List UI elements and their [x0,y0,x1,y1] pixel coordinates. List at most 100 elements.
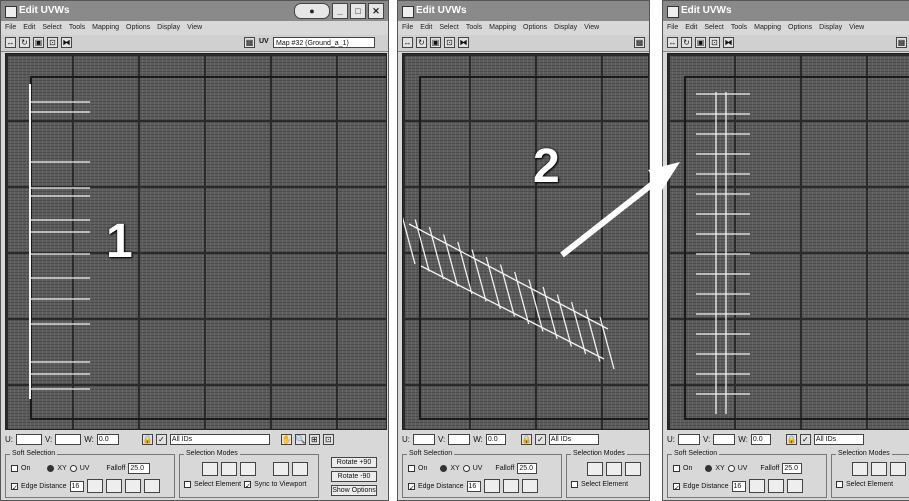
face-mode-icon[interactable] [625,462,641,476]
menu-options[interactable]: Options [523,21,547,35]
edge-distance-field[interactable]: 16 [731,480,746,492]
falloff-smooth-icon[interactable] [483,479,500,493]
u-field[interactable] [678,433,700,445]
falloff-field[interactable]: 25.0 [782,463,803,474]
soft-on-checkbox[interactable] [408,465,415,472]
sync-viewport-checkbox[interactable]: ✓ [244,481,252,490]
map-dropdown[interactable]: Map #32 (Ground_a_1) [273,37,375,48]
v-field[interactable] [55,433,82,445]
rotate-icon[interactable]: ↻ [416,37,427,48]
rotate-icon[interactable]: ↻ [681,37,692,48]
falloff-slow-icon[interactable] [521,479,538,493]
rotate-plus-90-button[interactable]: Rotate +90 [331,457,377,468]
falloff-linear-icon[interactable] [767,479,784,493]
menu-mapping[interactable]: Mapping [489,21,516,35]
menu-edit[interactable]: Edit [685,21,697,35]
uv-radio[interactable] [69,465,77,472]
zoom-icon[interactable]: 🔍 [294,433,306,445]
edge-distance-field[interactable]: 16 [466,480,481,492]
menu-mapping[interactable]: Mapping [754,21,781,35]
falloff-linear-icon[interactable] [502,479,519,493]
filter-icon[interactable]: ✓ [155,433,167,445]
minimize-icon[interactable]: _ [332,3,348,19]
u-field[interactable] [16,433,42,445]
menu-tools[interactable]: Tools [69,21,85,35]
menu-mapping[interactable]: Mapping [92,21,119,35]
select-element-checkbox[interactable] [571,481,578,488]
zoom-region-icon[interactable]: ⊞ [308,433,320,445]
menu-select[interactable]: Select [42,21,61,35]
maximize-icon[interactable]: □ [350,3,366,19]
mirror-icon[interactable]: ⧓ [458,37,469,48]
grow-icon[interactable] [273,462,289,476]
lock-icon[interactable]: 🔒 [520,433,532,445]
show-options-button[interactable]: Show Options [331,485,377,496]
v-field[interactable] [713,433,736,445]
w-field[interactable]: 0.0 [96,433,119,445]
falloff-field[interactable]: 25.0 [517,463,538,474]
xy-radio[interactable] [705,465,713,472]
menu-display[interactable]: Display [157,21,180,35]
menu-select[interactable]: Select [439,21,458,35]
zoom-extents-icon[interactable]: ⊡ [322,433,334,445]
menu-options[interactable]: Options [126,21,150,35]
checker-icon[interactable]: ▦ [244,37,255,48]
menu-view[interactable]: View [584,21,599,35]
uv-radio[interactable] [462,465,470,472]
soft-on-checkbox[interactable] [11,465,18,472]
uv-viewport[interactable]: 1 [5,53,387,430]
menu-tools[interactable]: Tools [731,21,747,35]
select-element-checkbox[interactable] [836,481,843,488]
falloff-field[interactable]: 25.0 [128,463,151,474]
mirror-icon[interactable]: ⧓ [61,37,72,48]
filter-icon[interactable]: ✓ [534,433,546,445]
menu-edit[interactable]: Edit [420,21,432,35]
falloff-smooth-icon[interactable] [86,479,103,493]
falloff-smooth-icon[interactable] [748,479,765,493]
uv-radio[interactable] [727,465,735,472]
move-icon[interactable]: ↔ [5,37,16,48]
checker-icon[interactable]: ▦ [634,37,645,48]
menu-select[interactable]: Select [704,21,723,35]
scale-icon[interactable]: ▣ [695,37,706,48]
falloff-fast-icon[interactable] [143,479,160,493]
lock-icon[interactable]: 🔒 [785,433,797,445]
move-icon[interactable]: ↔ [667,37,678,48]
edge-distance-checkbox[interactable]: ✓ [673,482,680,492]
face-mode-icon[interactable] [890,462,906,476]
vertex-mode-icon[interactable] [202,462,218,476]
w-field[interactable]: 0.0 [485,433,506,445]
menu-file[interactable]: File [402,21,413,35]
soft-on-checkbox[interactable] [673,465,680,472]
filter-icon[interactable]: ✓ [799,433,811,445]
close-icon[interactable]: ✕ [368,3,384,19]
freeform-icon[interactable]: ⊡ [709,37,720,48]
lock-icon[interactable]: 🔒 [141,433,153,445]
menu-display[interactable]: Display [554,21,577,35]
id-dropdown[interactable]: All IDs [169,433,270,445]
edge-distance-field[interactable]: 16 [69,480,84,492]
menu-edit[interactable]: Edit [23,21,35,35]
face-mode-icon[interactable] [240,462,256,476]
xy-radio[interactable] [47,465,55,472]
menu-file[interactable]: File [667,21,678,35]
v-field[interactable] [448,433,471,445]
toggle-pill-icon[interactable]: ● [294,3,330,19]
vertex-mode-icon[interactable] [852,462,868,476]
move-icon[interactable]: ↔ [402,37,413,48]
xy-radio[interactable] [440,465,448,472]
uv-viewport[interactable]: 2 [402,53,649,430]
u-field[interactable] [413,433,435,445]
menu-view[interactable]: View [849,21,864,35]
freeform-icon[interactable]: ⊡ [47,37,58,48]
falloff-linear-icon[interactable] [105,479,122,493]
menu-file[interactable]: File [5,21,16,35]
scale-icon[interactable]: ▣ [33,37,44,48]
edge-distance-checkbox[interactable]: ✓ [11,482,18,492]
edge-mode-icon[interactable] [606,462,622,476]
menu-tools[interactable]: Tools [466,21,482,35]
vertex-mode-icon[interactable] [587,462,603,476]
menu-display[interactable]: Display [819,21,842,35]
checker-icon[interactable]: ▦ [896,37,907,48]
id-dropdown[interactable]: All IDs [813,433,864,445]
